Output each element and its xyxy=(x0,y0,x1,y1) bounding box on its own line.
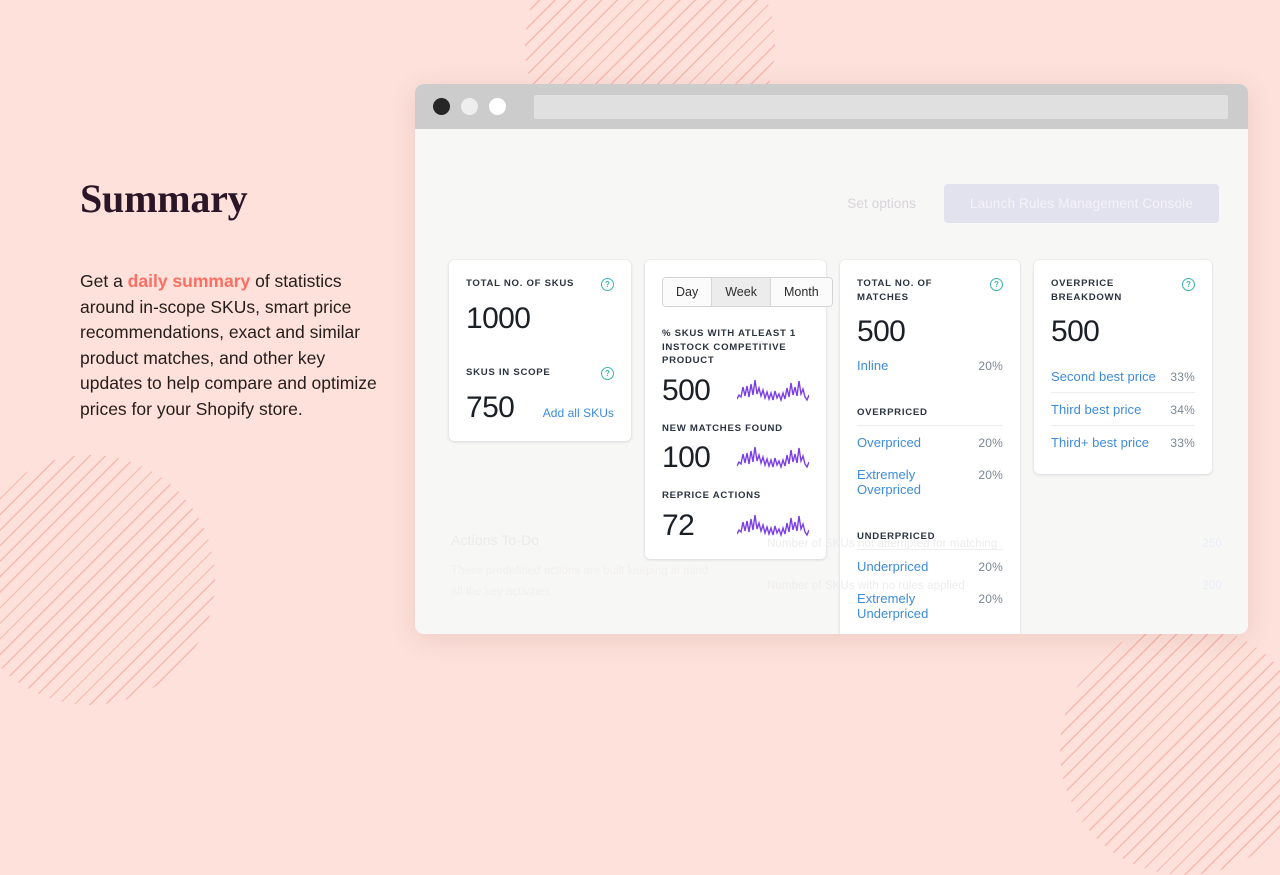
card-header: SKUS IN SCOPE ? xyxy=(466,366,614,380)
metric-value: 500 xyxy=(662,373,711,407)
address-bar-input[interactable] xyxy=(534,94,1228,119)
period-tab-group: Day Week Month xyxy=(662,277,833,307)
metric-label: % SKUS WITH ATLEAST 1 INSTOCK COMPETITIV… xyxy=(662,328,796,366)
tab-day[interactable]: Day xyxy=(663,278,713,306)
list-item-overpriced[interactable]: Overpriced 20% xyxy=(857,426,1003,458)
list-item-third-plus-best-price[interactable]: Third+ best price 33% xyxy=(1051,426,1195,458)
total-matches-value: 500 xyxy=(857,315,906,348)
minimize-dot-icon[interactable] xyxy=(461,98,478,115)
actions-todo-intro: Actions To-Do These predefined actions a… xyxy=(451,532,721,616)
skus-in-scope-row: 750 Add all SKUs xyxy=(466,380,614,425)
help-icon[interactable]: ? xyxy=(601,367,614,380)
third-best-price-link[interactable]: Third best price xyxy=(1051,402,1141,417)
metric-row: 100 xyxy=(662,441,809,475)
add-all-skus-link[interactable]: Add all SKUs xyxy=(543,406,614,420)
summary-panel: Summary Get a daily summary of statistic… xyxy=(80,175,390,423)
help-icon[interactable]: ? xyxy=(1182,278,1195,291)
third-plus-best-price-link[interactable]: Third+ best price xyxy=(1051,435,1149,450)
metric-label: REPRICE ACTIONS xyxy=(662,490,761,501)
launch-rules-console-button[interactable]: Launch Rules Management Console xyxy=(943,184,1219,223)
summary-description: Get a daily summary of statistics around… xyxy=(80,269,390,423)
actions-todo-title: Actions To-Do xyxy=(451,532,540,548)
list-item-third-best-price[interactable]: Third best price 34% xyxy=(1051,393,1195,426)
third-best-price-percent: 34% xyxy=(1170,403,1195,417)
maximize-dot-icon[interactable] xyxy=(489,98,506,115)
metric-row: 500 xyxy=(662,374,809,408)
inline-link[interactable]: Inline xyxy=(857,358,888,373)
third-plus-best-price-percent: 33% xyxy=(1170,436,1195,450)
close-dot-icon[interactable] xyxy=(433,98,450,115)
actions-todo-row[interactable]: Number of SKUs with no rules applied 200 xyxy=(767,574,1222,616)
list-item-extremely-overpriced[interactable]: Extremely Overpriced 20% xyxy=(857,458,1003,505)
actions-todo-row-label: Number of SKUs not attempted for matchin… xyxy=(767,538,998,550)
metric-label: NEW MATCHES FOUND xyxy=(662,422,783,434)
actions-todo-row[interactable]: Number of SKUs not attempted for matchin… xyxy=(767,532,1222,574)
description-part-2: of statistics around in-scope SKUs, smar… xyxy=(80,271,377,419)
sparkline-chart xyxy=(737,379,809,402)
metric-new-matches: NEW MATCHES FOUND 100 xyxy=(662,422,809,476)
skus-in-scope-label: SKUS IN SCOPE xyxy=(466,367,551,378)
overprice-rows: Second best price 33% Third best price 3… xyxy=(1051,360,1195,458)
overpriced-percent: 20% xyxy=(978,436,1003,450)
browser-window: Set options Launch Rules Management Cons… xyxy=(415,84,1248,634)
card-header: TOTAL NO. OF SKUS ? xyxy=(466,277,614,291)
overprice-breakdown-label: OVERPRICE BREAKDOWN xyxy=(1051,278,1122,303)
metric-instock-competitive: % SKUS WITH ATLEAST 1 INSTOCK COMPETITIV… xyxy=(662,327,809,408)
actions-todo-row-value: 250 xyxy=(1202,538,1222,550)
actions-todo-list: Number of SKUs not attempted for matchin… xyxy=(767,532,1222,616)
skus-in-scope-value: 750 xyxy=(466,391,515,424)
tab-month[interactable]: Month xyxy=(770,278,832,306)
skus-in-scope-block: SKUS IN SCOPE ? 750 Add all SKUs xyxy=(466,366,614,425)
overprice-breakdown-value: 500 xyxy=(1051,315,1100,348)
list-item-second-best-price[interactable]: Second best price 33% xyxy=(1051,360,1195,393)
description-part-1: Get a xyxy=(80,271,128,291)
card-header: TOTAL NO. OF MATCHES ? xyxy=(857,277,1003,304)
actions-todo-section: Actions To-Do These predefined actions a… xyxy=(451,532,1222,616)
card-overprice-breakdown: OVERPRICE BREAKDOWN ? 500 Second best pr… xyxy=(1034,260,1212,474)
browser-chrome xyxy=(415,84,1248,129)
decorative-circle-right xyxy=(1060,625,1280,875)
actions-todo-subtitle: These predefined actions are built keepi… xyxy=(451,565,708,598)
total-skus-label: TOTAL NO. OF SKUS xyxy=(466,278,575,289)
card-total-skus: TOTAL NO. OF SKUS ? 1000 SKUS IN SCOPE ?… xyxy=(449,260,631,441)
card-activity: Day Week Month % SKUS WITH ATLEAST 1 INS… xyxy=(645,260,833,559)
overpriced-link[interactable]: Overpriced xyxy=(857,435,921,450)
app-viewport: Set options Launch Rules Management Cons… xyxy=(415,129,1248,634)
page-title: Summary xyxy=(80,176,248,221)
set-options-button[interactable]: Set options xyxy=(843,190,920,217)
description-highlight: daily summary xyxy=(127,271,251,291)
inline-percent: 20% xyxy=(978,359,1003,373)
help-icon[interactable]: ? xyxy=(601,278,614,291)
help-icon[interactable]: ? xyxy=(990,278,1003,291)
total-matches-label: TOTAL NO. OF MATCHES xyxy=(857,278,933,303)
list-item-inline[interactable]: Inline 20% xyxy=(857,349,1003,381)
actions-todo-row-value: 200 xyxy=(1202,580,1222,592)
extremely-overpriced-link[interactable]: Extremely Overpriced xyxy=(857,467,978,497)
second-best-price-link[interactable]: Second best price xyxy=(1051,369,1156,384)
second-best-price-percent: 33% xyxy=(1170,370,1195,384)
overpriced-section-title: OVERPRICED xyxy=(857,407,1003,426)
card-header: OVERPRICE BREAKDOWN ? xyxy=(1051,277,1195,304)
tab-week[interactable]: Week xyxy=(712,278,771,306)
actions-todo-row-label: Number of SKUs with no rules applied xyxy=(767,580,965,592)
decorative-circle-left xyxy=(0,455,215,705)
sparkline-chart xyxy=(737,446,809,470)
extremely-overpriced-percent: 20% xyxy=(978,468,1003,482)
app-toolbar: Set options Launch Rules Management Cons… xyxy=(843,184,1219,223)
total-skus-value: 1000 xyxy=(466,302,531,335)
metric-value: 100 xyxy=(662,441,711,474)
